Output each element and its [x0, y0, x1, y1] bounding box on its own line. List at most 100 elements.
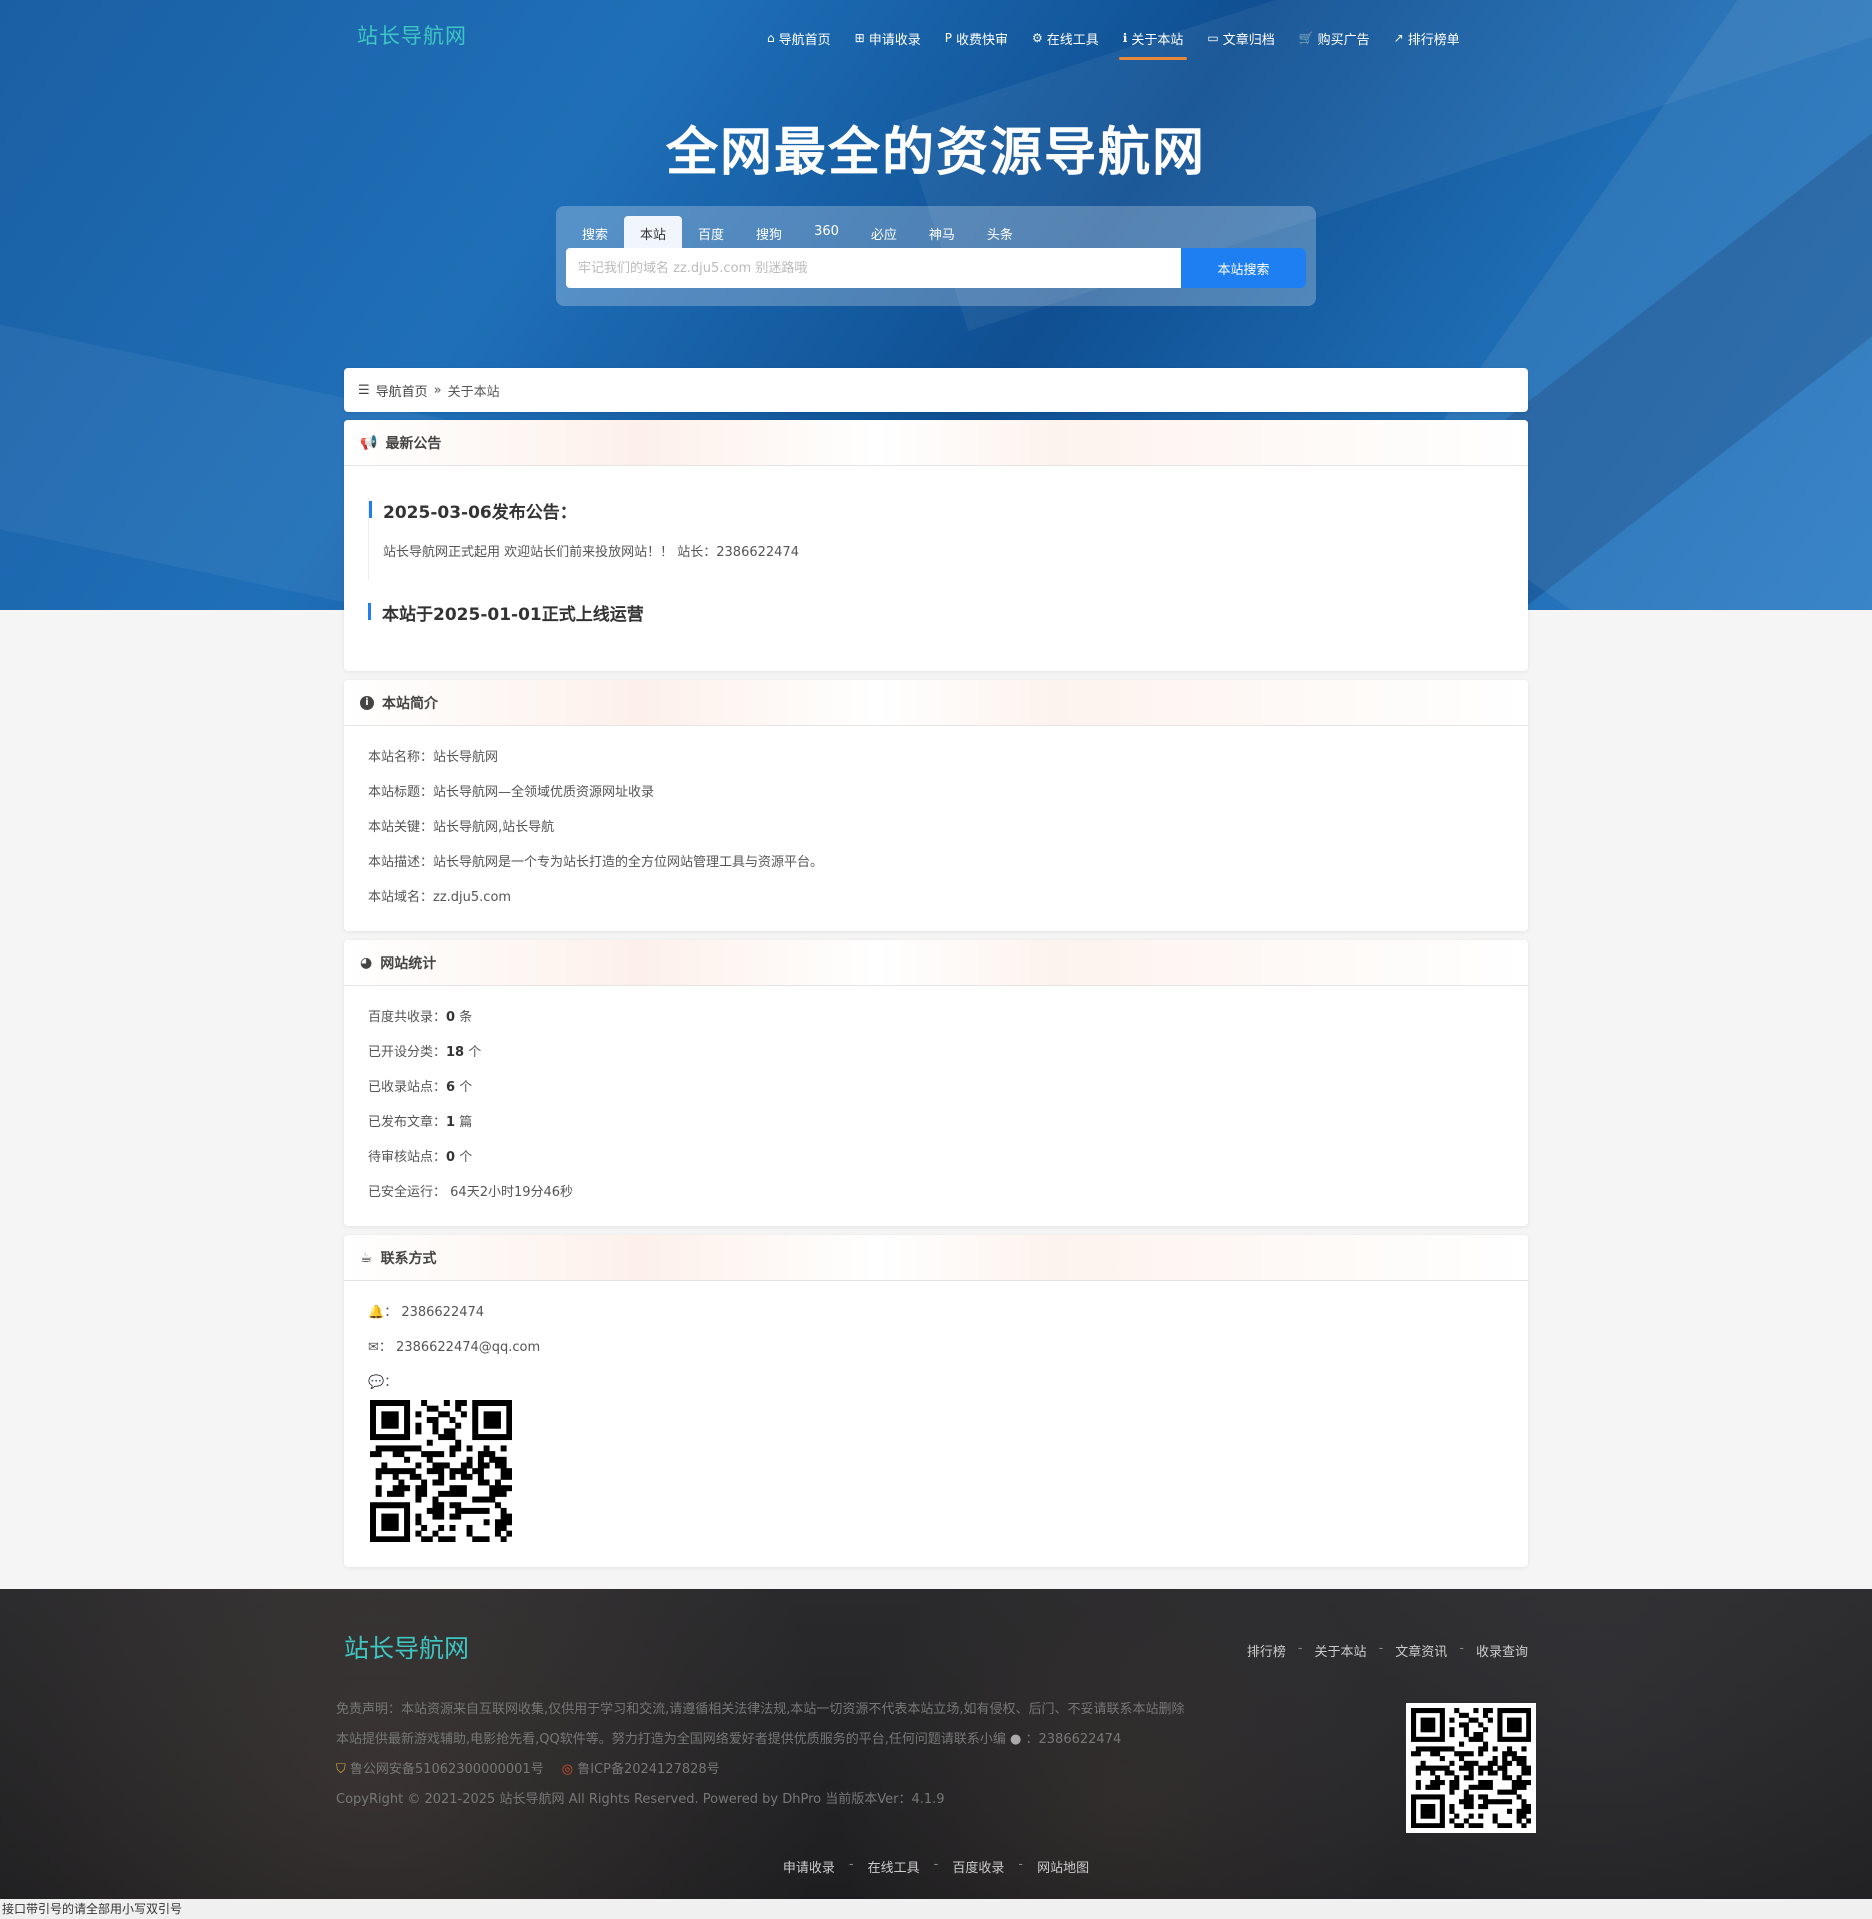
nav-item-1[interactable]: ⌂ 导航首页: [755, 18, 843, 58]
qr-code-graphic: [1411, 1708, 1531, 1828]
folder-open-icon: ▭: [1207, 31, 1219, 45]
nav-label: 申请收录: [868, 32, 921, 48]
notice-card-header: 📢 最新公告: [344, 420, 1528, 466]
nav-label: 关于本站: [1131, 32, 1184, 48]
contact-email: ✉： 2386622474@qq.com: [368, 1340, 541, 1355]
nav-label: 排行榜单: [1407, 32, 1460, 48]
footer-records: ⛉ 鲁公网安备51062300000001号 ◎ 鲁ICP备2024127828…: [336, 1758, 720, 1777]
envelope-icon: ✉: [368, 1340, 379, 1355]
link-separator: -: [933, 1857, 939, 1872]
status-bar: 接口带引号的请全部用小写双引号: [0, 1899, 1872, 1919]
notice-item: 本站于2025-01-01正式上线运营: [368, 600, 1528, 625]
footer-about: 本站提供最新游戏辅助,电影抢先看,QQ软件等。努力打造为全国网络爱好者提供优质服…: [336, 1732, 1122, 1747]
notice-heading: 2025-03-06发布公告：: [369, 498, 1528, 523]
search-tab[interactable]: 神马: [913, 216, 971, 248]
stats-line: 已开设分类：18 个: [368, 1045, 482, 1060]
link-separator: -: [1459, 1641, 1464, 1656]
info-circle-icon: ℹ: [1122, 31, 1128, 45]
intro-line: 本站描述：站长导航网是一个专为站长打造的全方位网站管理工具与资源平台。: [368, 855, 824, 870]
footer-link[interactable]: 申请收录: [783, 1857, 835, 1876]
nav-item-3[interactable]: P 收费快审: [933, 18, 1020, 58]
search-input[interactable]: [566, 248, 1183, 288]
paypal-icon: P: [944, 31, 952, 45]
intro-card-header: i 本站简介: [344, 680, 1528, 726]
stats-card-header: ◕ 网站统计: [344, 940, 1528, 986]
icp-icon: ◎: [561, 1762, 574, 1777]
stats-card: ◕ 网站统计 百度共收录：0 条已开设分类：18 个已收录站点：6 个已发布文章…: [344, 940, 1528, 1226]
nav-label: 文章归档: [1222, 32, 1275, 48]
link-separator: -: [1297, 1641, 1303, 1656]
stats-line: 已发布文章：1 篇: [368, 1115, 473, 1130]
qq-icon: ●: [1010, 1732, 1022, 1747]
footer-link[interactable]: 在线工具: [868, 1857, 920, 1876]
footer-link[interactable]: 文章资讯: [1395, 1641, 1447, 1660]
footer-link[interactable]: 百度收录: [952, 1857, 1004, 1876]
nav-label: 收费快审: [955, 32, 1008, 48]
search-button[interactable]: 本站搜索: [1181, 248, 1306, 288]
intro-line: 本站关键：站长导航网,站长导航: [368, 820, 555, 835]
footer-logo[interactable]: 站长导航网: [344, 1629, 469, 1665]
link-separator: -: [1018, 1857, 1024, 1872]
nav-item-8[interactable]: ↗ 排行榜单: [1382, 18, 1472, 58]
qq-icon: 🔔: [368, 1305, 385, 1320]
footer: 站长导航网 排行榜 - 关于本站 - 文章资讯 - 收录查询 免责声明：本站资源来自互联网收…: [0, 1589, 1872, 1899]
stats-line: 已安全运行： 64天2小时19分46秒: [368, 1185, 574, 1200]
wechat-qr-code: [370, 1400, 512, 1542]
signpost-icon: ☰: [358, 382, 370, 398]
nav-item-4[interactable]: ⚙ 在线工具: [1020, 18, 1111, 58]
notice-item: 2025-03-06发布公告： 站长导航网正式起用 欢迎站长们前来投放网站！！ …: [368, 498, 1528, 580]
nav-item-2[interactable]: ⊞ 申请收录: [843, 18, 933, 58]
footer-link[interactable]: 网站地图: [1037, 1857, 1089, 1876]
plus-square-icon: ⊞: [854, 31, 865, 45]
main-nav: ⌂ 导航首页 ⊞ 申请收录 P 收费快审 ⚙ 在线工具 ℹ 关于本站 ▭ 文章归档 🛒 购买广告 ↗ 排行榜单: [755, 18, 1472, 60]
search-box: 搜索本站百度搜狗360必应神马头条 本站搜索: [556, 206, 1316, 306]
breadcrumb-home[interactable]: 导航首页: [376, 381, 428, 400]
police-record[interactable]: ⛉ 鲁公网安备51062300000001号: [336, 1758, 544, 1777]
link-separator: -: [848, 1857, 854, 1872]
site-logo[interactable]: 站长导航网: [357, 20, 467, 50]
search-tab[interactable]: 搜狗: [740, 216, 798, 248]
footer-link[interactable]: 排行榜: [1247, 1641, 1286, 1660]
nav-label: 导航首页: [778, 32, 831, 48]
intro-card-title: 本站简介: [382, 695, 438, 712]
search-tab[interactable]: 百度: [682, 216, 740, 248]
intro-line: 本站域名：zz.dju5.com: [368, 890, 512, 905]
search-tab[interactable]: 本站: [624, 216, 683, 248]
home-icon: ⌂: [767, 31, 775, 45]
hero-title: 全网最全的资源导航网: [665, 123, 1206, 183]
contact-card-header: ☕ 联系方式: [344, 1235, 1528, 1281]
cart-icon: 🛒: [1298, 31, 1314, 45]
police-badge-icon: ⛉: [336, 1762, 346, 1777]
nav-item-6[interactable]: ▭ 文章归档: [1195, 18, 1286, 58]
notice-card: 📢 最新公告 2025-03-06发布公告： 站长导航网正式起用 欢迎站长们前来…: [344, 420, 1528, 671]
info-circle-icon: i: [360, 695, 374, 710]
nav-item-5[interactable]: ℹ 关于本站: [1111, 18, 1196, 60]
search-tab[interactable]: 必应: [855, 216, 913, 248]
stats-card-title: 网站统计: [380, 955, 437, 972]
footer-link[interactable]: 收录查询: [1476, 1641, 1528, 1660]
search-tab[interactable]: 搜索: [566, 216, 624, 248]
footer-link[interactable]: 关于本站: [1315, 1641, 1367, 1660]
notice-text: 站长导航网正式起用 欢迎站长们前来投放网站！！ 站长：2386622474: [383, 545, 799, 560]
intro-line: 本站标题：站长导航网—全领域优质资源网址收录: [368, 785, 655, 800]
footer-links: 排行榜 - 关于本站 - 文章资讯 - 收录查询: [1247, 1641, 1528, 1660]
search-tab[interactable]: 头条: [971, 216, 1029, 248]
contact-wechat: 💬：: [368, 1375, 398, 1390]
nav-item-7[interactable]: 🛒 购买广告: [1287, 18, 1382, 58]
search-tab[interactable]: 360: [798, 216, 855, 248]
breadcrumb-current: 关于本站: [447, 384, 500, 400]
contact-qq: 🔔： 2386622474: [368, 1305, 485, 1320]
breadcrumb-sep: »: [433, 382, 442, 398]
intro-line: 本站名称：站长导航网: [368, 750, 499, 765]
breadcrumb: ☰ 导航首页 » 关于本站: [344, 368, 1528, 412]
bullhorn-icon: 📢: [360, 434, 378, 451]
notice-heading: 本站于2025-01-01正式上线运营: [368, 600, 1528, 625]
notice-card-title: 最新公告: [385, 435, 442, 452]
line-chart-icon: ↗: [1393, 31, 1404, 45]
icp-record[interactable]: ◎ 鲁ICP备2024127828号: [562, 1758, 720, 1777]
qr-code-graphic: [370, 1400, 512, 1542]
nav-label: 在线工具: [1046, 32, 1099, 48]
stats-line: 待审核站点：0 个: [368, 1150, 473, 1165]
footer-disclaimer: 免责声明：本站资源来自互联网收集,仅供用于学习和交流,请遵循相关法律法规,本站一…: [336, 1702, 1185, 1717]
intro-card: i 本站简介 本站名称：站长导航网 本站标题：站长导航网—全领域优质资源网址收录本…: [344, 680, 1528, 931]
